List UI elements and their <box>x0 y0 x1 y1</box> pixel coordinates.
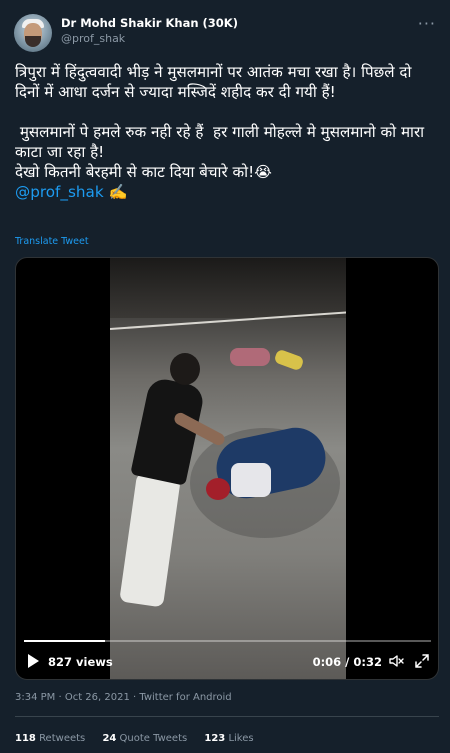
avatar-beard <box>25 36 41 47</box>
writing-hand-emoji: ✍️ <box>108 183 128 201</box>
quotes-label: Quote Tweets <box>119 733 188 744</box>
tweet-stats: 118 Retweets 24 Quote Tweets 123 Likes <box>15 733 268 744</box>
view-count: 827 views <box>48 655 113 669</box>
video-standing-figure <box>110 353 227 613</box>
tweet-timestamp[interactable]: 3:34 PM · Oct 26, 2021 · Twitter for And… <box>15 692 232 703</box>
figure-legs <box>119 472 181 608</box>
tweet-header: Dr Mohd Shakir Khan (30K) @prof_shak ··· <box>14 12 436 56</box>
tweet-paragraph-1: त्रिपुरा में हिंदुत्ववादी भीड़ ने मुसलमा… <box>15 63 417 101</box>
volume-muted-icon[interactable] <box>388 653 404 669</box>
mention-link[interactable]: @prof_shak <box>15 183 104 201</box>
video-cloth <box>230 348 270 366</box>
likes-stat[interactable]: 123 Likes <box>204 733 253 744</box>
translate-tweet-link[interactable]: Translate Tweet <box>15 236 89 247</box>
likes-count: 123 <box>204 733 226 744</box>
tweet-paragraph-3: देखो कितनी बेरहमी से काट दिया बेचारे को!… <box>15 163 272 181</box>
play-icon[interactable] <box>28 654 39 668</box>
fullscreen-icon[interactable] <box>414 653 430 669</box>
likes-label: Likes <box>228 733 254 744</box>
video-controls: 827 views 0:06 / 0:32 <box>16 646 438 679</box>
avatar[interactable] <box>14 14 52 52</box>
retweets-label: Retweets <box>39 733 86 744</box>
author-name[interactable]: Dr Mohd Shakir Khan (30K) <box>61 16 238 30</box>
video-progress-bar[interactable] <box>24 640 431 642</box>
quote-tweets-stat[interactable]: 24 Quote Tweets <box>102 733 187 744</box>
tweet-text: त्रिपुरा में हिंदुत्ववादी भीड़ ने मुसलमा… <box>15 62 440 202</box>
lying-figure-stain <box>206 478 230 500</box>
retweets-count: 118 <box>15 733 36 744</box>
video-time: 0:06 / 0:32 <box>312 655 382 669</box>
video-lying-figure <box>206 422 332 518</box>
video-player[interactable]: 827 views 0:06 / 0:32 <box>15 257 439 680</box>
more-dots-icon[interactable]: ··· <box>418 14 436 33</box>
author-handle[interactable]: @prof_shak <box>61 32 125 45</box>
retweets-stat[interactable]: 118 Retweets <box>15 733 85 744</box>
divider <box>15 716 439 717</box>
video-wall <box>110 258 346 318</box>
lying-figure-cloth <box>231 463 271 497</box>
quotes-count: 24 <box>102 733 117 744</box>
video-frame <box>110 258 346 679</box>
figure-head <box>170 353 200 385</box>
video-progress-fill <box>24 640 106 642</box>
video-sandal <box>273 348 305 372</box>
tweet-paragraph-2: मुसलमानों पे हमले रुक नही रहे हैं हर गाल… <box>15 123 429 161</box>
